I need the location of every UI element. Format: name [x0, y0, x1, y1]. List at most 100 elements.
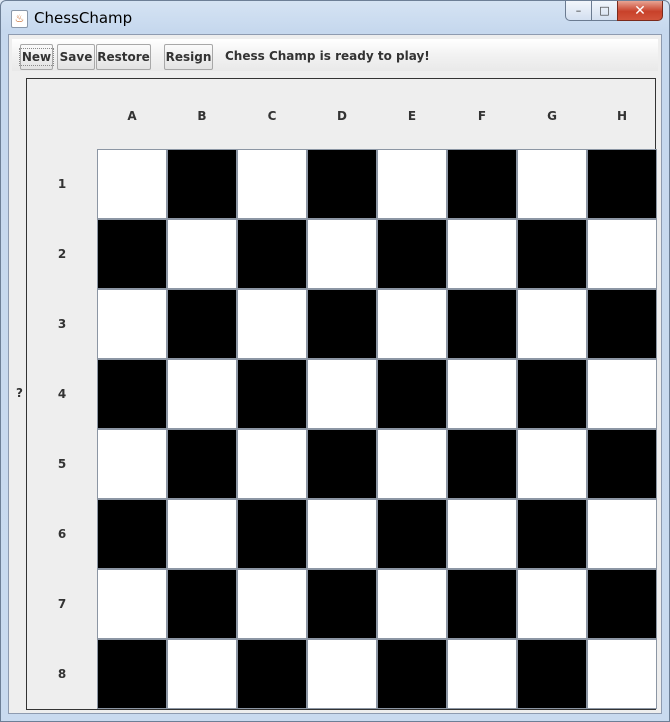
square-e3[interactable]: [377, 289, 447, 359]
restore-button[interactable]: Restore: [96, 44, 151, 70]
square-d2[interactable]: [307, 219, 377, 289]
title-bar[interactable]: ♨ ChessChamp – □ ✕: [1, 1, 669, 35]
square-f4[interactable]: [447, 359, 517, 429]
minimize-icon: –: [575, 4, 582, 17]
square-g7[interactable]: [517, 569, 587, 639]
row-label-3: 3: [57, 317, 67, 331]
row-label-2: 2: [57, 247, 67, 261]
square-g5[interactable]: [517, 429, 587, 499]
row-label-1: 1: [57, 177, 67, 191]
square-b1[interactable]: [167, 149, 237, 219]
window-title: ChessChamp: [34, 9, 133, 27]
square-f1[interactable]: [447, 149, 517, 219]
square-b8[interactable]: [167, 639, 237, 709]
square-a6[interactable]: [97, 499, 167, 569]
square-b7[interactable]: [167, 569, 237, 639]
square-h8[interactable]: [587, 639, 657, 709]
column-label-h: H: [616, 109, 628, 123]
square-a3[interactable]: [97, 289, 167, 359]
square-h6[interactable]: [587, 499, 657, 569]
square-d5[interactable]: [307, 429, 377, 499]
square-c7[interactable]: [237, 569, 307, 639]
chess-board-panel: A B C D E F G H 1 2 3 4 5 6 7 8: [26, 78, 657, 710]
square-c4[interactable]: [237, 359, 307, 429]
square-h7[interactable]: [587, 569, 657, 639]
column-label-g: G: [547, 109, 557, 123]
square-f6[interactable]: [447, 499, 517, 569]
app-window: ♨ ChessChamp – □ ✕ New Save Restore Resi…: [0, 0, 670, 722]
square-f2[interactable]: [447, 219, 517, 289]
resign-button[interactable]: Resign: [164, 44, 213, 70]
square-b6[interactable]: [167, 499, 237, 569]
square-f7[interactable]: [447, 569, 517, 639]
square-d4[interactable]: [307, 359, 377, 429]
square-d7[interactable]: [307, 569, 377, 639]
chess-board: [97, 149, 657, 709]
square-h3[interactable]: [587, 289, 657, 359]
square-c6[interactable]: [237, 499, 307, 569]
new-game-button[interactable]: New: [18, 44, 55, 70]
toolbar: New Save Restore Resign Chess Champ is r…: [12, 39, 658, 71]
java-cup-icon: ♨: [11, 10, 28, 28]
row-label-4: 4: [57, 387, 67, 401]
square-f3[interactable]: [447, 289, 517, 359]
row-label-7: 7: [57, 597, 67, 611]
maximize-icon: □: [599, 4, 610, 17]
column-label-d: D: [337, 109, 347, 123]
content-pane: New Save Restore Resign Chess Champ is r…: [8, 34, 662, 714]
square-b2[interactable]: [167, 219, 237, 289]
square-e8[interactable]: [377, 639, 447, 709]
square-d6[interactable]: [307, 499, 377, 569]
square-c8[interactable]: [237, 639, 307, 709]
square-g4[interactable]: [517, 359, 587, 429]
square-e2[interactable]: [377, 219, 447, 289]
square-e7[interactable]: [377, 569, 447, 639]
square-c2[interactable]: [237, 219, 307, 289]
maximize-button[interactable]: □: [591, 1, 617, 21]
square-e6[interactable]: [377, 499, 447, 569]
square-c5[interactable]: [237, 429, 307, 499]
square-e4[interactable]: [377, 359, 447, 429]
square-g6[interactable]: [517, 499, 587, 569]
square-d3[interactable]: [307, 289, 377, 359]
square-c3[interactable]: [237, 289, 307, 359]
square-b5[interactable]: [167, 429, 237, 499]
window-controls: – □ ✕: [565, 1, 663, 23]
column-label-f: F: [477, 109, 487, 123]
square-d8[interactable]: [307, 639, 377, 709]
square-g1[interactable]: [517, 149, 587, 219]
close-button[interactable]: ✕: [617, 1, 663, 21]
square-h1[interactable]: [587, 149, 657, 219]
new-button-label: New: [18, 48, 55, 66]
column-label-e: E: [407, 109, 417, 123]
square-g8[interactable]: [517, 639, 587, 709]
square-a2[interactable]: [97, 219, 167, 289]
column-label-a: A: [127, 109, 137, 123]
square-f5[interactable]: [447, 429, 517, 499]
square-a5[interactable]: [97, 429, 167, 499]
square-a4[interactable]: [97, 359, 167, 429]
square-h2[interactable]: [587, 219, 657, 289]
row-label-5: 5: [57, 457, 67, 471]
save-button[interactable]: Save: [57, 44, 95, 70]
square-g3[interactable]: [517, 289, 587, 359]
square-b3[interactable]: [167, 289, 237, 359]
status-message: Chess Champ is ready to play!: [225, 49, 430, 63]
square-f8[interactable]: [447, 639, 517, 709]
square-d1[interactable]: [307, 149, 377, 219]
row-label-8: 8: [57, 667, 67, 681]
square-e5[interactable]: [377, 429, 447, 499]
square-g2[interactable]: [517, 219, 587, 289]
square-e1[interactable]: [377, 149, 447, 219]
square-b4[interactable]: [167, 359, 237, 429]
square-a8[interactable]: [97, 639, 167, 709]
square-a7[interactable]: [97, 569, 167, 639]
column-label-c: C: [267, 109, 277, 123]
column-label-b: B: [197, 109, 207, 123]
square-h4[interactable]: [587, 359, 657, 429]
square-a1[interactable]: [97, 149, 167, 219]
close-icon: ✕: [634, 2, 646, 19]
minimize-button[interactable]: –: [565, 1, 591, 21]
square-h5[interactable]: [587, 429, 657, 499]
square-c1[interactable]: [237, 149, 307, 219]
